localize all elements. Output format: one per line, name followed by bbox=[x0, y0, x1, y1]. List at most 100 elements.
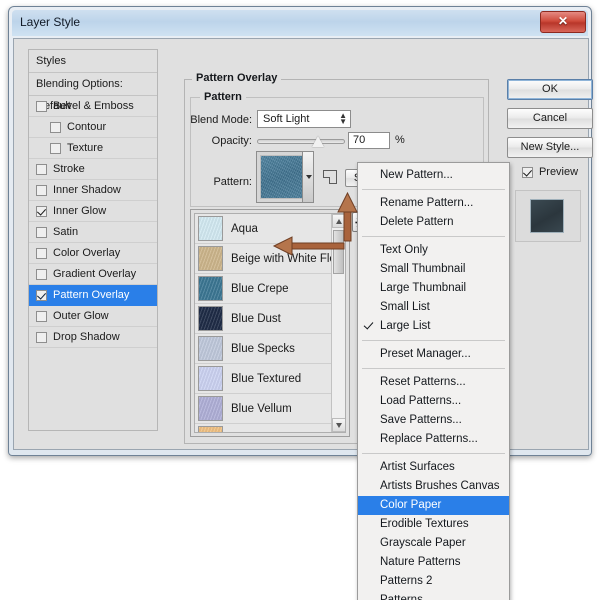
pattern-swatch bbox=[198, 216, 223, 241]
cancel-button[interactable]: Cancel bbox=[507, 108, 593, 129]
pattern-list-item[interactable]: Blue Specks bbox=[195, 334, 335, 364]
dialog-actions: OK Cancel New Style... Preview bbox=[507, 79, 593, 242]
style-row-outer-glow[interactable]: Outer Glow bbox=[29, 306, 157, 327]
style-checkbox[interactable] bbox=[36, 248, 47, 259]
style-preview-thumbnail bbox=[530, 199, 564, 233]
opacity-unit: % bbox=[395, 134, 405, 146]
style-row-color-overlay[interactable]: Color Overlay bbox=[29, 243, 157, 264]
style-row-stroke[interactable]: Stroke bbox=[29, 159, 157, 180]
menu-item-label: Grayscale Paper bbox=[380, 537, 466, 549]
new-preset-icon[interactable] bbox=[323, 170, 337, 184]
menu-item-label: Save Patterns... bbox=[380, 414, 462, 426]
pattern-name: Blue Textured bbox=[231, 373, 301, 385]
menu-item-small-thumbnail[interactable]: Small Thumbnail bbox=[358, 260, 509, 279]
ok-button[interactable]: OK bbox=[507, 79, 593, 100]
style-preview-box bbox=[515, 190, 581, 242]
menu-separator bbox=[362, 236, 505, 237]
style-row-contour[interactable]: Contour bbox=[29, 117, 157, 138]
menu-item-save-patterns[interactable]: Save Patterns... bbox=[358, 411, 509, 430]
menu-item-label: Preset Manager... bbox=[380, 348, 471, 360]
menu-item-text-only[interactable]: Text Only bbox=[358, 241, 509, 260]
close-icon[interactable]: ✕ bbox=[540, 11, 586, 33]
menu-item-erodible-textures[interactable]: Erodible Textures bbox=[358, 515, 509, 534]
style-row-pattern-overlay[interactable]: Pattern Overlay bbox=[29, 285, 157, 306]
style-checkbox[interactable] bbox=[36, 290, 47, 301]
menu-item-preset-manager[interactable]: Preset Manager... bbox=[358, 345, 509, 364]
blend-mode-label: Blend Mode: bbox=[190, 114, 252, 126]
style-row-label: Color Overlay bbox=[53, 243, 120, 263]
style-checkbox[interactable] bbox=[36, 332, 47, 343]
style-checkbox[interactable] bbox=[36, 101, 47, 112]
pattern-label: Pattern: bbox=[190, 176, 252, 188]
pattern-picker-dropdown[interactable] bbox=[302, 151, 314, 203]
dialog-title: Layer Style bbox=[20, 15, 80, 29]
blending-options-row[interactable]: Blending Options: Default bbox=[29, 73, 157, 96]
style-checkbox[interactable] bbox=[36, 206, 47, 217]
menu-item-label: Patterns bbox=[380, 594, 423, 600]
menu-item-label: Artists Brushes Canvas bbox=[380, 480, 500, 492]
pattern-name: Blue Crepe bbox=[231, 283, 289, 295]
opacity-slider-track[interactable] bbox=[257, 139, 345, 144]
style-row-gradient-overlay[interactable]: Gradient Overlay bbox=[29, 264, 157, 285]
menu-item-new-pattern[interactable]: New Pattern... bbox=[358, 166, 509, 185]
style-row-satin[interactable]: Satin bbox=[29, 222, 157, 243]
opacity-input[interactable]: 70 bbox=[348, 132, 390, 149]
menu-item-label: Small List bbox=[380, 301, 430, 313]
menu-item-artist-surfaces[interactable]: Artist Surfaces bbox=[358, 458, 509, 477]
style-checkbox[interactable] bbox=[36, 311, 47, 322]
menu-item-small-list[interactable]: Small List bbox=[358, 298, 509, 317]
blend-mode-value: Soft Light bbox=[263, 113, 309, 125]
preview-checkbox[interactable] bbox=[522, 167, 533, 178]
menu-item-rename-pattern[interactable]: Rename Pattern... bbox=[358, 194, 509, 213]
menu-item-load-patterns[interactable]: Load Patterns... bbox=[358, 392, 509, 411]
menu-item-grayscale-paper[interactable]: Grayscale Paper bbox=[358, 534, 509, 553]
blend-mode-select[interactable]: Soft Light ▲▼ bbox=[257, 110, 351, 128]
pattern-list-item[interactable]: Blue Crepe bbox=[195, 274, 335, 304]
pattern-list-item[interactable]: Blue Dust bbox=[195, 304, 335, 334]
pattern-list-item[interactable]: Blue Vellum bbox=[195, 394, 335, 424]
menu-item-patterns-2[interactable]: Patterns 2 bbox=[358, 572, 509, 591]
menu-item-label: Erodible Textures bbox=[380, 518, 469, 530]
style-row-label: Gradient Overlay bbox=[53, 264, 136, 284]
style-row-label: Stroke bbox=[53, 159, 85, 179]
preview-toggle-row[interactable]: Preview bbox=[507, 166, 593, 178]
menu-item-color-paper[interactable]: Color Paper bbox=[358, 496, 509, 515]
pattern-swatch-fill bbox=[260, 155, 304, 199]
scroll-down-icon[interactable] bbox=[332, 418, 346, 432]
menu-item-nature-patterns[interactable]: Nature Patterns bbox=[358, 553, 509, 572]
style-row-inner-glow[interactable]: Inner Glow bbox=[29, 201, 157, 222]
menu-separator bbox=[362, 189, 505, 190]
pattern-preview-swatch[interactable] bbox=[256, 151, 308, 203]
menu-item-replace-patterns[interactable]: Replace Patterns... bbox=[358, 430, 509, 449]
pattern-name: Blue Specks bbox=[231, 343, 295, 355]
style-row-label: Satin bbox=[53, 222, 78, 242]
menu-item-patterns[interactable]: Patterns bbox=[358, 591, 509, 600]
style-checkbox[interactable] bbox=[36, 269, 47, 280]
menu-item-large-list[interactable]: Large List bbox=[358, 317, 509, 336]
style-row-texture[interactable]: Texture bbox=[29, 138, 157, 159]
menu-item-label: Color Paper bbox=[380, 499, 441, 511]
new-style-button[interactable]: New Style... bbox=[507, 137, 593, 158]
style-checkbox[interactable] bbox=[50, 122, 61, 133]
opacity-slider-thumb[interactable] bbox=[312, 136, 325, 147]
pattern-options-context-menu: New Pattern... Rename Pattern... Delete Pa… bbox=[357, 162, 510, 600]
style-row-drop-shadow[interactable]: Drop Shadow bbox=[29, 327, 157, 348]
style-row-label: Inner Shadow bbox=[53, 180, 121, 200]
menu-item-label: Replace Patterns... bbox=[380, 433, 478, 445]
menu-item-reset-patterns[interactable]: Reset Patterns... bbox=[358, 373, 509, 392]
style-row-inner-shadow[interactable]: Inner Shadow bbox=[29, 180, 157, 201]
menu-item-delete-pattern[interactable]: Delete Pattern bbox=[358, 213, 509, 232]
menu-item-artists-brushes-canvas[interactable]: Artists Brushes Canvas bbox=[358, 477, 509, 496]
dialog-titlebar[interactable]: Layer Style ✕ bbox=[12, 10, 588, 36]
pattern-list-item[interactable]: Blue Textured bbox=[195, 364, 335, 394]
pattern-list-item[interactable]: Buff Textured bbox=[195, 424, 335, 433]
menu-item-label: Patterns 2 bbox=[380, 575, 432, 587]
style-checkbox[interactable] bbox=[36, 227, 47, 238]
pattern-name: Aqua bbox=[231, 223, 258, 235]
menu-item-large-thumbnail[interactable]: Large Thumbnail bbox=[358, 279, 509, 298]
style-checkbox[interactable] bbox=[36, 164, 47, 175]
style-checkbox[interactable] bbox=[36, 185, 47, 196]
menu-item-label: Delete Pattern bbox=[380, 216, 454, 228]
menu-item-label: Artist Surfaces bbox=[380, 461, 455, 473]
style-checkbox[interactable] bbox=[50, 143, 61, 154]
